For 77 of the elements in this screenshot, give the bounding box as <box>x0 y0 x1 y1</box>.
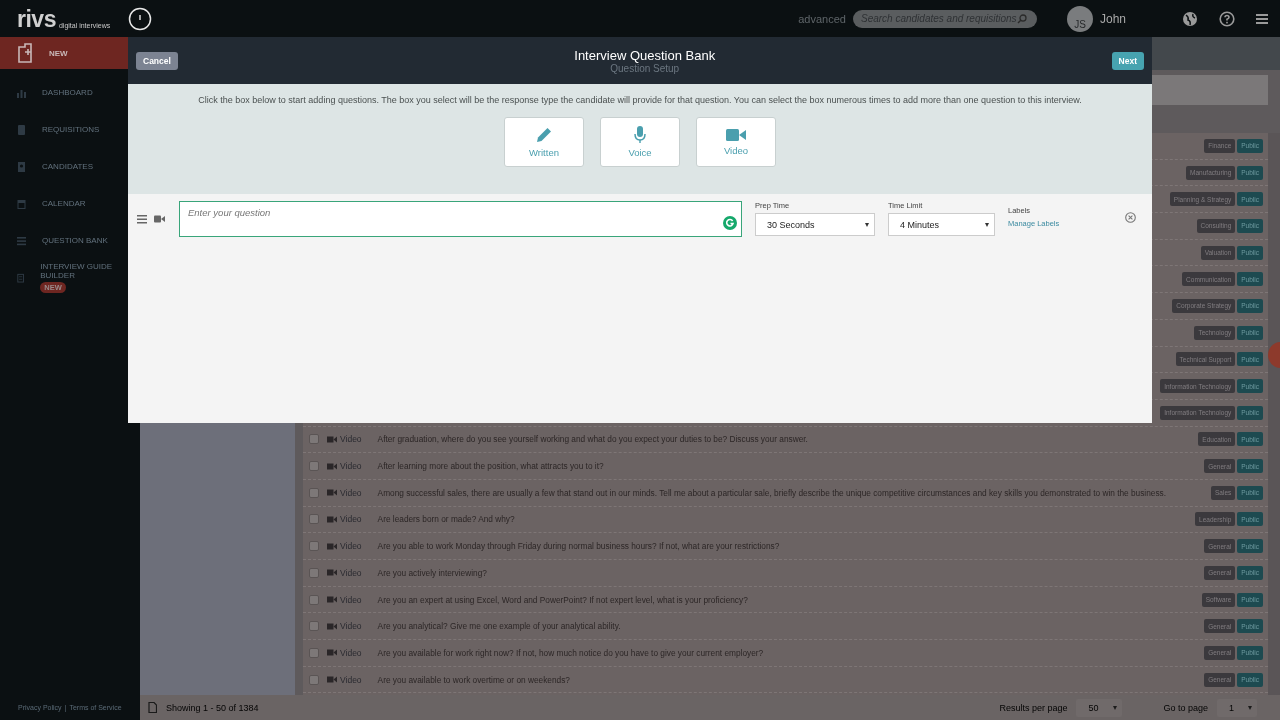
video-camera-icon <box>726 128 746 142</box>
nav-label: INTERVIEW GUIDE BUILDER <box>40 262 114 280</box>
caret-icon <box>865 222 869 227</box>
nav-label: QUESTION BANK <box>42 236 108 245</box>
modal-subtitle: Question Setup <box>610 62 680 74</box>
grammar-check-icon[interactable] <box>723 216 737 230</box>
results-per-page-label: Results per page <box>999 702 1068 713</box>
video-camera-icon <box>327 569 337 577</box>
contact-card-icon <box>17 161 26 172</box>
clipboard-icon <box>17 272 25 283</box>
search-icon[interactable] <box>1016 13 1027 24</box>
results-per-page-select[interactable]: 50 <box>1076 698 1123 717</box>
nav-label: CALENDAR <box>42 199 86 208</box>
nav-label: REQUISITIONS <box>42 125 100 134</box>
row-checkbox[interactable] <box>309 487 319 498</box>
caret-icon <box>1248 705 1252 710</box>
response-type-card[interactable]: Voice <box>600 117 680 167</box>
avatar[interactable]: JS <box>1066 5 1093 32</box>
sidebar-item[interactable]: QUESTION BANK <box>0 222 140 259</box>
question-input[interactable]: Enter your question <box>179 201 742 237</box>
video-camera-icon <box>327 435 337 443</box>
response-type-card[interactable]: Written <box>504 117 584 167</box>
help-icon[interactable] <box>1219 10 1235 27</box>
row-checkbox[interactable] <box>309 567 319 578</box>
row-checkbox[interactable] <box>309 647 319 658</box>
video-camera-icon <box>327 489 337 497</box>
calendar-icon <box>17 198 26 209</box>
bar-chart-icon <box>17 87 26 98</box>
document-icon <box>148 702 157 713</box>
video-camera-icon <box>327 649 337 657</box>
scrollbar[interactable] <box>1268 133 1280 695</box>
row-checkbox[interactable] <box>309 674 319 685</box>
caret-icon <box>1113 705 1118 710</box>
row-checkbox[interactable] <box>309 434 319 445</box>
video-camera-icon <box>327 596 337 604</box>
globe-icon[interactable] <box>1182 10 1198 27</box>
pencil-icon <box>535 126 553 144</box>
video-camera-icon <box>327 542 337 550</box>
logo[interactable]: rivs <box>17 7 56 30</box>
cancel-button[interactable]: Cancel <box>136 51 178 70</box>
sidebar-item[interactable]: DASHBOARD <box>0 74 140 111</box>
row-checkbox[interactable] <box>309 594 319 605</box>
microphone-icon <box>634 126 646 144</box>
page-select[interactable]: 1 <box>1217 698 1257 717</box>
remove-icon[interactable] <box>1125 212 1136 223</box>
menu-icon[interactable] <box>1256 12 1268 25</box>
next-button[interactable]: Next <box>1111 51 1144 70</box>
response-type-card[interactable]: Video <box>696 117 776 167</box>
row-checkbox[interactable] <box>309 621 319 632</box>
new-document-icon <box>17 43 33 63</box>
row-checkbox[interactable] <box>309 514 319 525</box>
modal-title: Interview Question Bank <box>574 47 716 63</box>
document-icon <box>17 124 26 135</box>
sidebar-item[interactable]: CALENDAR <box>0 185 140 222</box>
time-limit-select[interactable]: 4 Minutes <box>888 213 995 236</box>
timer-icon[interactable] <box>128 6 152 31</box>
video-camera-icon <box>327 515 337 523</box>
nav-label: CANDIDATES <box>42 162 93 171</box>
video-camera-icon <box>327 622 337 630</box>
video-camera-icon <box>327 462 337 470</box>
go-to-page-label: Go to page <box>1163 702 1208 713</box>
drag-handle-icon[interactable] <box>137 215 147 224</box>
sidebar-item[interactable]: CANDIDATES <box>0 148 140 185</box>
instructions: Click the box below to start adding questions. The box you select will be the response type the candidate will provide for that question. You can select the box numerous times to add more than one question to this interview. <box>198 95 1082 105</box>
sidebar-item[interactable]: REQUISITIONS <box>0 111 140 148</box>
list-icon <box>17 235 26 246</box>
video-camera-icon <box>327 676 337 684</box>
row-checkbox[interactable] <box>309 541 319 552</box>
row-checkbox[interactable] <box>309 461 319 472</box>
caret-icon <box>985 222 989 227</box>
nav-label: NEW <box>49 48 68 58</box>
video-camera-icon <box>154 215 165 223</box>
nav-label: DASHBOARD <box>42 88 93 97</box>
prep-time-select[interactable]: 30 Seconds <box>755 213 875 236</box>
result-count: Showing 1 - 50 of 1384 <box>166 702 259 713</box>
user-name[interactable]: John <box>1099 11 1126 26</box>
advanced-link[interactable]: advanced <box>798 12 846 25</box>
